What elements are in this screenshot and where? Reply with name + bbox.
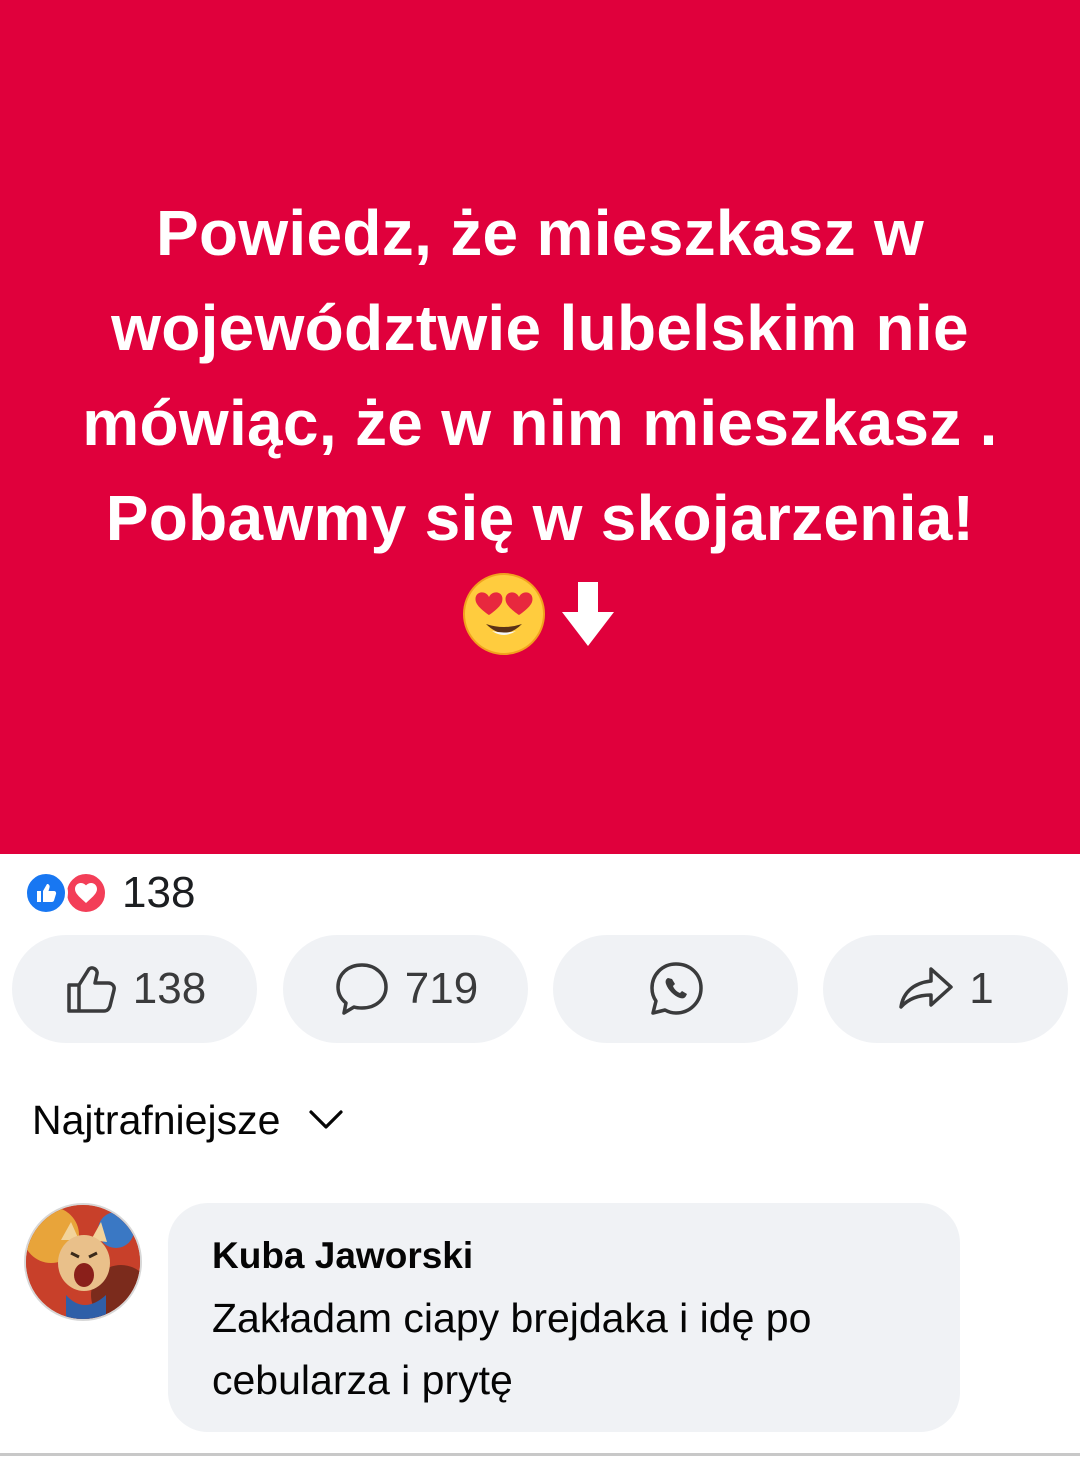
post-text: Powiedz, że mieszkasz w województwie lub…	[20, 186, 1060, 656]
reaction-count: 138	[122, 868, 196, 917]
whatsapp-icon	[649, 962, 703, 1015]
comment-count: 719	[404, 964, 479, 1013]
like-reaction-icon	[24, 871, 68, 915]
avatar-image	[26, 1205, 140, 1319]
sort-label: Najtrafniejsze	[32, 1096, 281, 1143]
comment-author[interactable]: Kuba Jaworski	[212, 1229, 916, 1283]
comment-button[interactable]: 719	[283, 935, 528, 1043]
thumbs-up-icon	[67, 966, 116, 1013]
down-arrow-emoji-icon	[562, 582, 614, 646]
like-count: 138	[132, 964, 207, 1013]
share-count: 1	[969, 964, 994, 1013]
heart-eyes-emoji-icon	[463, 573, 545, 655]
avatar[interactable]	[24, 1203, 142, 1321]
comment-bubble[interactable]: Kuba Jaworski Zakładam ciapy brejdaka i …	[168, 1203, 960, 1432]
reactions-summary[interactable]: 138	[24, 866, 195, 920]
post-text-line: Pobawmy się w skojarzenia!	[105, 482, 975, 554]
comment-bubble-icon	[336, 963, 388, 1015]
emoji-row	[20, 572, 1060, 656]
chevron-down-icon	[309, 1110, 343, 1129]
comment-text-line: cebularza i prytę	[212, 1357, 513, 1403]
post-text-line: Powiedz, że mieszkasz w	[155, 197, 925, 269]
comment-text-line: Zakładam ciapy brejdaka i idę po	[212, 1295, 812, 1341]
post-banner: Powiedz, że mieszkasz w województwie lub…	[0, 0, 1080, 854]
comment-text: Zakładam ciapy brejdaka i idę po cebular…	[212, 1287, 916, 1411]
whatsapp-share-button[interactable]	[553, 935, 798, 1043]
like-button[interactable]: 138	[12, 935, 257, 1043]
share-arrow-icon	[899, 967, 953, 1009]
love-reaction-icon	[64, 871, 108, 915]
post-text-line: województwie lubelskim nie	[111, 292, 969, 364]
post-text-line: mówiąc, że w nim mieszkasz .	[82, 387, 998, 459]
divider	[0, 1453, 1080, 1456]
share-button[interactable]: 1	[823, 935, 1068, 1043]
comments-sort-dropdown[interactable]: Najtrafniejsze	[32, 1090, 344, 1150]
